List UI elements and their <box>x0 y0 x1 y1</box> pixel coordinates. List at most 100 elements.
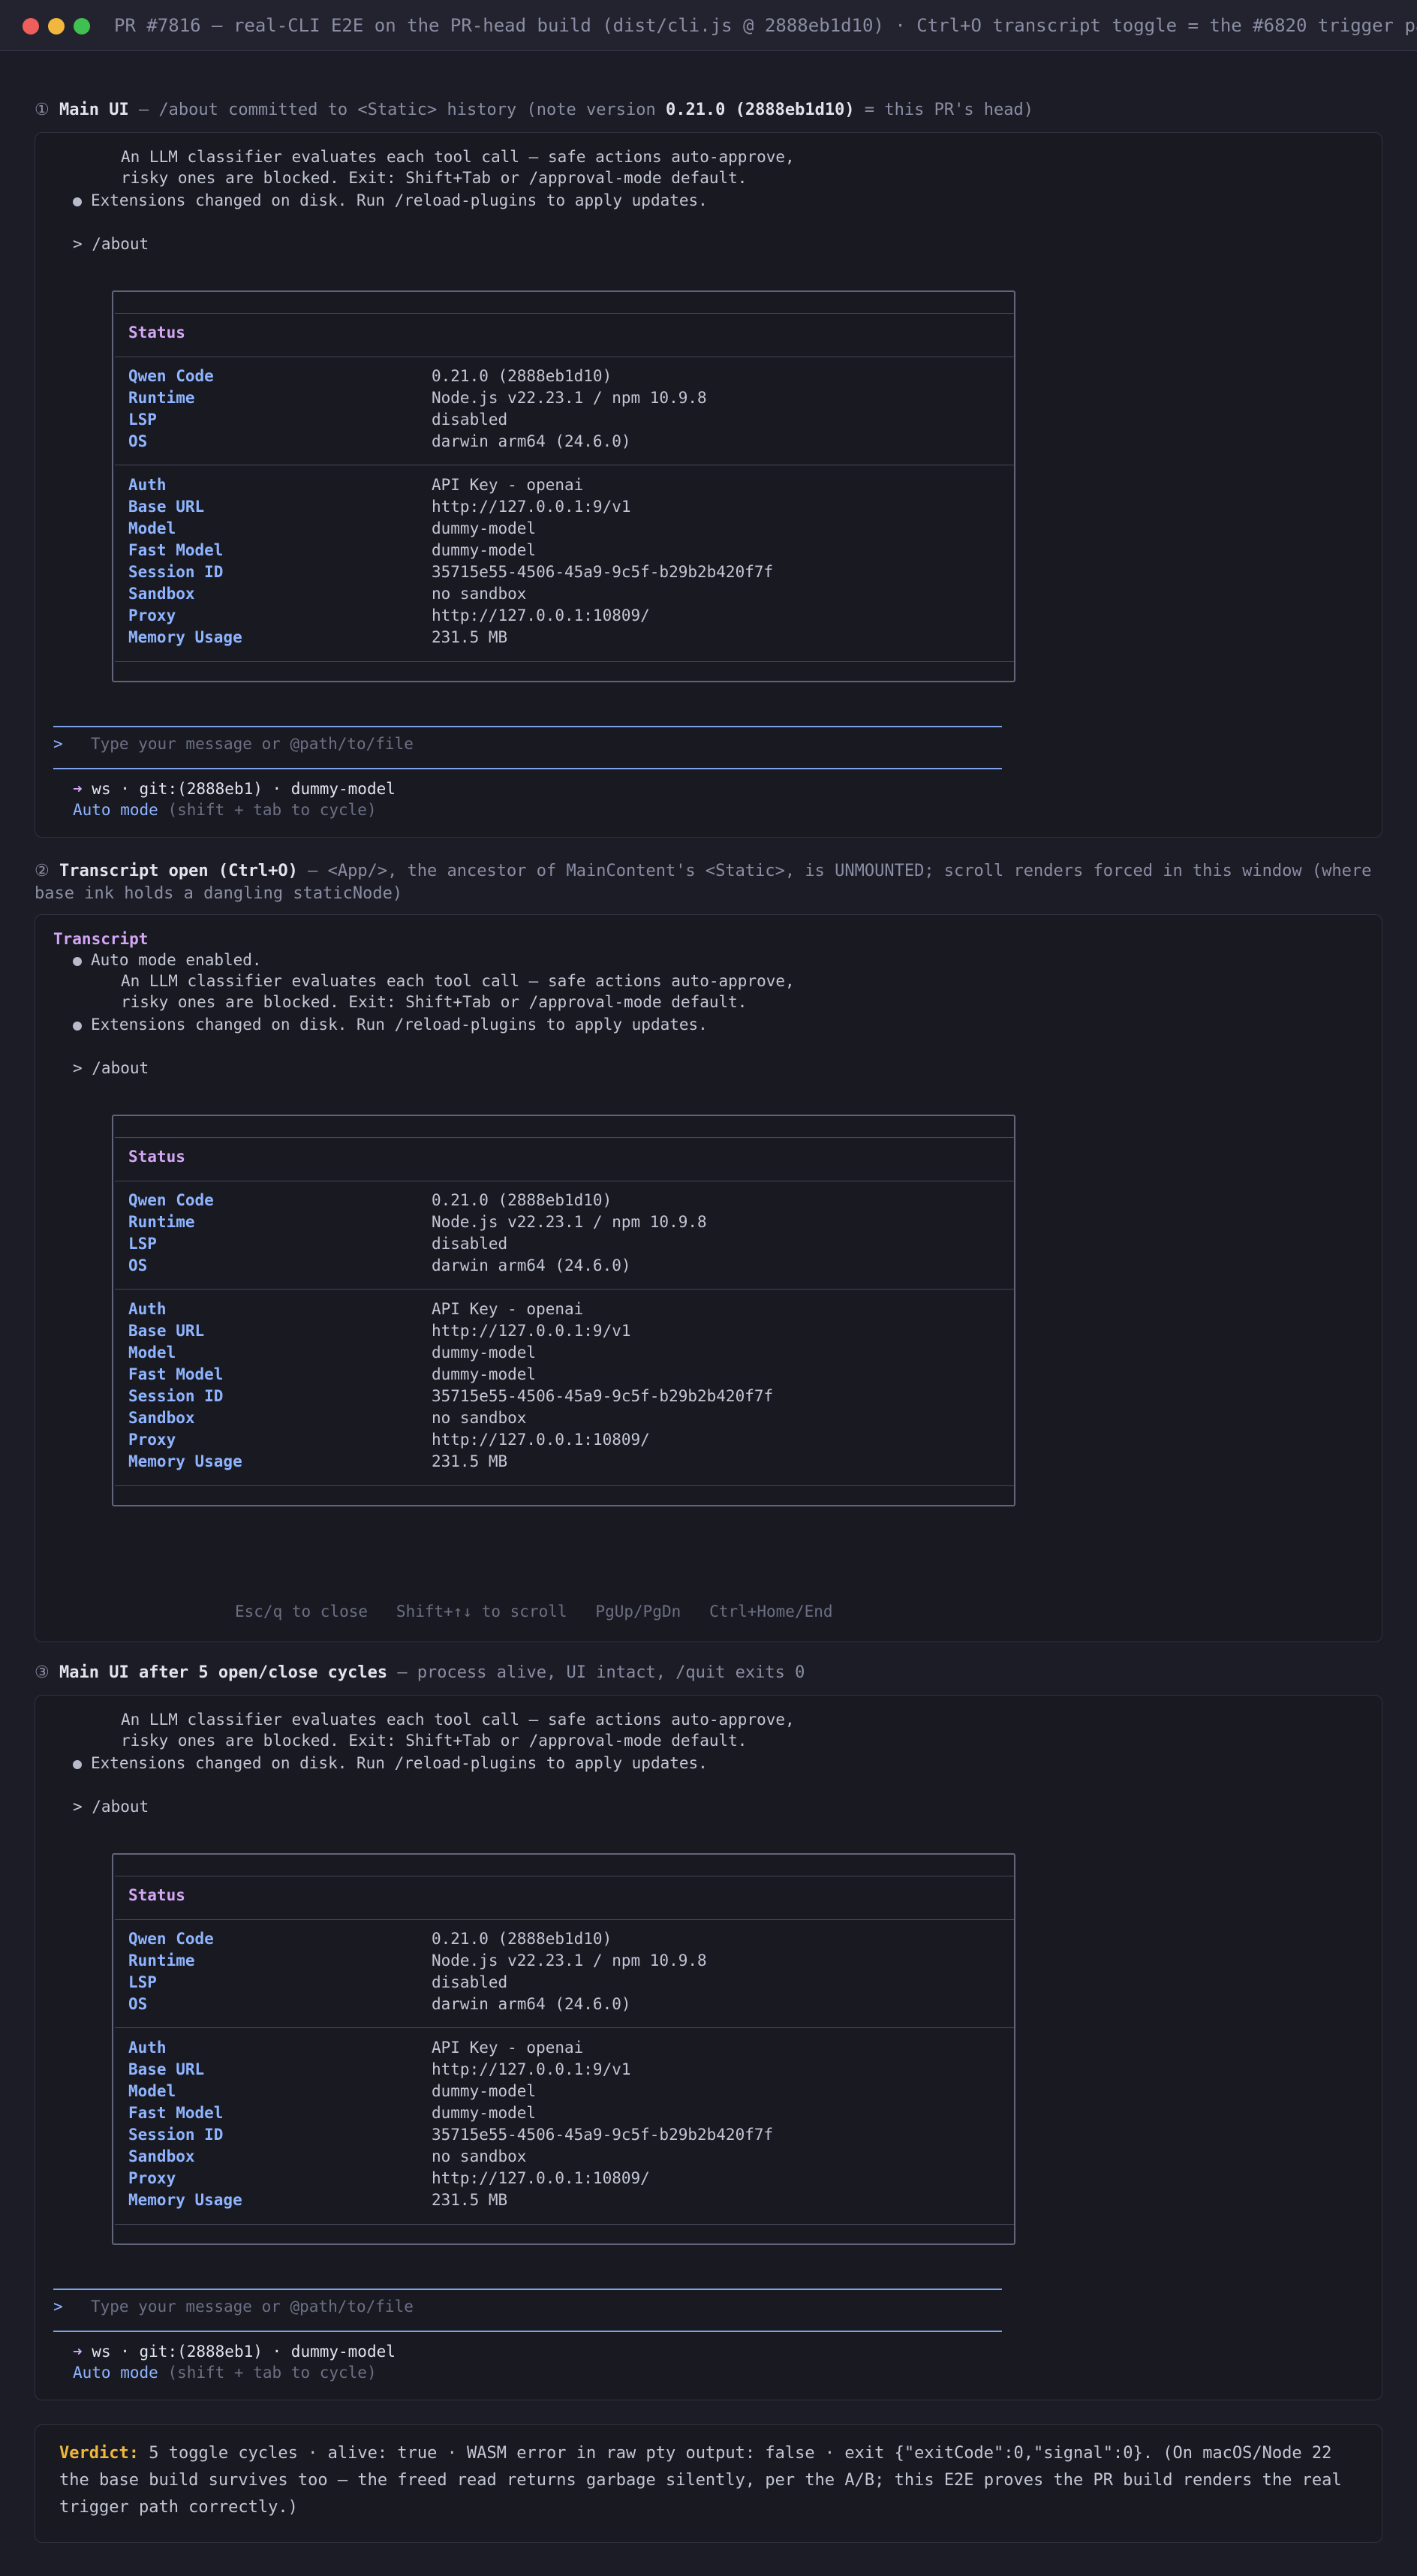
value-fast-model: dummy-model <box>432 2104 537 2122</box>
terminal-panel-main-ui: An LLM classifier evaluates each tool ca… <box>35 132 1382 838</box>
message-input[interactable]: Type your message or @path/to/file <box>91 2298 414 2316</box>
auto-mode-enabled-message: Auto mode enabled. <box>91 951 262 969</box>
key-sandbox: Sandbox <box>128 585 195 603</box>
git-status-text: ws · git:(2888eb1) · dummy-model <box>82 2343 396 2361</box>
value-base-url: http://127.0.0.1:9/v1 <box>432 2060 631 2078</box>
input-border-bottom <box>53 2331 1002 2332</box>
key-qwen-code: Qwen Code <box>128 367 214 385</box>
maximize-window-button[interactable] <box>74 18 90 35</box>
value-os: darwin arm64 (24.6.0) <box>432 432 631 450</box>
section-3-desc: — process alive, UI intact, /quit exits … <box>387 1663 805 1682</box>
value-lsp: disabled <box>432 411 508 429</box>
key-session-id: Session ID <box>128 1387 224 1405</box>
status-box-divider <box>115 2027 1014 2028</box>
verdict-panel: Verdict: 5 toggle cycles · alive: true ·… <box>35 2424 1382 2543</box>
key-lsp: LSP <box>128 1973 157 1991</box>
value-fast-model: dummy-model <box>432 1365 537 1383</box>
status-box-divider <box>115 1919 1014 1920</box>
value-memory-usage: 231.5 MB <box>432 2191 508 2209</box>
key-os: OS <box>128 1256 148 1274</box>
key-base-url: Base URL <box>128 2060 205 2078</box>
value-model: dummy-model <box>432 519 537 537</box>
section-1-desc-post: = this PR's head) <box>854 101 1034 119</box>
key-os: OS <box>128 1995 148 2013</box>
section-1-header: ① Main UI — /about committed to <Static>… <box>35 99 1385 122</box>
value-base-url: http://127.0.0.1:9/v1 <box>432 498 631 516</box>
value-qwen-code: 0.21.0 (2888eb1d10) <box>432 1191 612 1209</box>
close-window-button[interactable] <box>23 18 39 35</box>
key-auth: Auth <box>128 2039 167 2057</box>
mode-hint: (shift + tab to cycle) <box>158 801 377 819</box>
bullet-icon <box>73 1022 82 1031</box>
value-runtime: Node.js v22.23.1 / npm 10.9.8 <box>432 389 707 407</box>
value-lsp: disabled <box>432 1235 508 1253</box>
message-input[interactable]: Type your message or @path/to/file <box>91 735 414 753</box>
approval-mode-indicator[interactable]: Auto mode (shift + tab to cycle) <box>73 2364 377 2382</box>
status-box-divider <box>115 2224 1014 2225</box>
approval-mode-indicator[interactable]: Auto mode (shift + tab to cycle) <box>73 801 377 819</box>
status-box-divider <box>115 1485 1014 1486</box>
status-box: Status Qwen Code 0.21.0 (2888eb1d10) Run… <box>112 1853 1015 2245</box>
key-fast-model: Fast Model <box>128 2104 224 2122</box>
key-proxy: Proxy <box>128 1431 176 1449</box>
key-fast-model: Fast Model <box>128 1365 224 1383</box>
value-os: darwin arm64 (24.6.0) <box>432 1995 631 2013</box>
verdict-text: Verdict: 5 toggle cycles · alive: true ·… <box>59 2440 1365 2521</box>
value-sandbox: no sandbox <box>432 585 527 603</box>
value-proxy: http://127.0.0.1:10809/ <box>432 606 650 624</box>
value-model: dummy-model <box>432 2082 537 2100</box>
value-proxy: http://127.0.0.1:10809/ <box>432 2169 650 2187</box>
value-lsp: disabled <box>432 1973 508 1991</box>
section-1-version: 0.21.0 (2888eb1d10) <box>665 101 855 119</box>
key-model: Model <box>128 519 176 537</box>
section-1-title: Main UI <box>59 101 129 119</box>
extensions-message: Extensions changed on disk. Run /reload-… <box>91 1754 708 1772</box>
window-title: PR #7816 — real-CLI E2E on the PR-head b… <box>114 15 1417 36</box>
value-sandbox: no sandbox <box>432 1409 527 1427</box>
value-qwen-code: 0.21.0 (2888eb1d10) <box>432 1930 612 1948</box>
status-box-divider <box>115 1137 1014 1138</box>
status-line: ➜ ws · git:(2888eb1) · dummy-model <box>73 2343 396 2361</box>
status-title: Status <box>128 1886 185 1904</box>
value-sandbox: no sandbox <box>432 2147 527 2165</box>
verdict-body: 5 toggle cycles · alive: true · WASM err… <box>59 2444 1342 2517</box>
status-title: Status <box>128 1148 185 1166</box>
section-3-number: ③ <box>35 1663 50 1682</box>
key-lsp: LSP <box>128 411 157 429</box>
key-proxy: Proxy <box>128 2169 176 2187</box>
mode-hint: (shift + tab to cycle) <box>158 2364 377 2382</box>
key-lsp: LSP <box>128 1235 157 1253</box>
key-runtime: Runtime <box>128 1213 195 1231</box>
section-2-number: ② <box>35 862 50 880</box>
terminal-panel-transcript: Transcript Auto mode enabled. An LLM cla… <box>35 914 1382 1642</box>
about-command: > /about <box>73 1059 149 1077</box>
bullet-icon <box>73 1760 82 1769</box>
value-os: darwin arm64 (24.6.0) <box>432 1256 631 1274</box>
key-fast-model: Fast Model <box>128 541 224 559</box>
key-qwen-code: Qwen Code <box>128 1930 214 1948</box>
value-session-id: 35715e55-4506-45a9-9c5f-b29b2b420f7f <box>432 2126 774 2144</box>
git-status-text: ws · git:(2888eb1) · dummy-model <box>82 780 396 798</box>
status-box: Status Qwen Code 0.21.0 (2888eb1d10) Run… <box>112 290 1015 682</box>
arrow-icon: ➜ <box>73 780 83 798</box>
section-1-number: ① <box>35 101 50 119</box>
status-line: ➜ ws · git:(2888eb1) · dummy-model <box>73 780 396 798</box>
key-memory-usage: Memory Usage <box>128 1452 242 1470</box>
key-model: Model <box>128 2082 176 2100</box>
value-session-id: 35715e55-4506-45a9-9c5f-b29b2b420f7f <box>432 1387 774 1405</box>
minimize-window-button[interactable] <box>48 18 65 35</box>
key-runtime: Runtime <box>128 389 195 407</box>
classifier-line-2: risky ones are blocked. Exit: Shift+Tab … <box>121 993 748 1011</box>
value-runtime: Node.js v22.23.1 / npm 10.9.8 <box>432 1952 707 1970</box>
about-command: > /about <box>73 235 149 253</box>
value-auth: API Key - openai <box>432 476 584 494</box>
value-auth: API Key - openai <box>432 1300 584 1318</box>
bullet-icon <box>73 957 82 966</box>
section-1-desc-pre: — /about committed to <Static> history (… <box>128 101 666 119</box>
classifier-line-1: An LLM classifier evaluates each tool ca… <box>121 1711 795 1729</box>
section-3-title: Main UI after 5 open/close cycles <box>59 1663 388 1682</box>
terminal-panel-after-cycles: An LLM classifier evaluates each tool ca… <box>35 1695 1382 2400</box>
key-os: OS <box>128 432 148 450</box>
input-border-top <box>53 726 1002 727</box>
value-fast-model: dummy-model <box>432 541 537 559</box>
